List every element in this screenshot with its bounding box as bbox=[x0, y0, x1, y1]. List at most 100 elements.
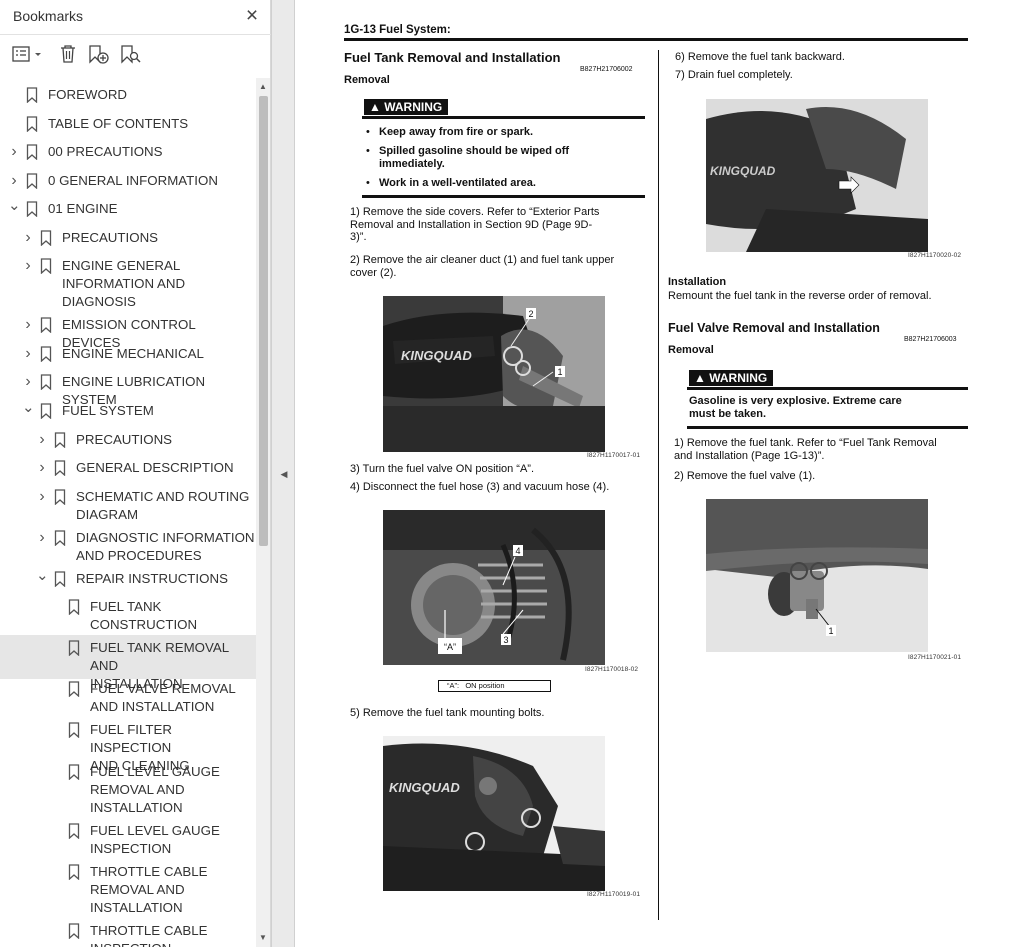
bookmark-item[interactable]: › ENGINE LUBRICATION SYSTEM bbox=[0, 369, 256, 407]
step-1: 1) Remove the side covers. Refer to “Ext… bbox=[350, 206, 600, 243]
callout-label: 3 bbox=[503, 635, 508, 645]
bookmark-icon bbox=[40, 403, 52, 419]
legend-text: “A”: ON position bbox=[447, 681, 505, 690]
figure-fuel-hoses: “A” 4 3 bbox=[383, 510, 605, 665]
bookmark-item[interactable]: › GENERAL DESCRIPTION bbox=[0, 455, 256, 481]
chevron-down-icon[interactable]: ⌄ bbox=[22, 400, 35, 420]
close-panel-button[interactable]: × bbox=[240, 3, 264, 29]
figure-id: I827H1170018-02 bbox=[585, 666, 639, 673]
bookmark-label: FUEL LEVEL GAUGE INSPECTION bbox=[90, 823, 220, 856]
bookmark-label: 0 GENERAL INFORMATION bbox=[48, 173, 218, 188]
scroll-down-icon[interactable]: ▼ bbox=[256, 931, 270, 945]
bookmark-item[interactable]: › DIAGNOSTIC INFORMATION AND PROCEDURES bbox=[0, 525, 256, 569]
bookmark-icon bbox=[54, 530, 66, 546]
bookmark-item[interactable]: › PRECAUTIONS bbox=[0, 225, 256, 251]
bookmark-label: FUEL LEVEL GAUGE REMOVAL AND INSTALLATIO… bbox=[90, 764, 220, 815]
bookmark-icon bbox=[26, 87, 38, 103]
bookmark-label: THROTTLE CABLE REMOVAL AND INSTALLATION bbox=[90, 864, 208, 915]
chevron-right-icon[interactable]: › bbox=[8, 172, 20, 190]
chevron-right-icon[interactable]: › bbox=[22, 229, 34, 247]
bookmark-item[interactable]: › 0 GENERAL INFORMATION bbox=[0, 168, 256, 194]
bookmark-item[interactable]: ⌄ FUEL SYSTEM bbox=[0, 398, 256, 424]
chevron-right-icon[interactable]: › bbox=[22, 316, 34, 334]
bookmark-item[interactable]: › EMISSION CONTROL DEVICES bbox=[0, 312, 256, 350]
bookmark-item[interactable]: FUEL LEVEL GAUGE INSPECTION bbox=[0, 818, 256, 862]
warning-item: Keep away from fire or spark. bbox=[379, 126, 534, 138]
bookmark-icon bbox=[68, 599, 80, 615]
chevron-right-icon[interactable]: › bbox=[36, 431, 48, 449]
figure-id: I827H1170019-01 bbox=[587, 891, 641, 898]
warning-rule-bottom bbox=[362, 195, 645, 198]
bookmark-icon bbox=[40, 230, 52, 246]
bookmark-icon bbox=[68, 864, 80, 880]
bookmark-item[interactable]: FUEL FILTER INSPECTION AND CLEANING bbox=[0, 717, 256, 773]
bookmark-icon bbox=[68, 823, 80, 839]
bookmark-item[interactable]: FUEL TANK CONSTRUCTION bbox=[0, 594, 256, 638]
bookmarks-panel: Bookmarks × FOREWORD TABLE OF CONTENTS ›… bbox=[0, 0, 271, 947]
figure-id: I827H1170021-01 bbox=[908, 654, 962, 661]
bookmark-icon bbox=[54, 432, 66, 448]
bookmark-icon bbox=[54, 489, 66, 505]
list-options-icon[interactable] bbox=[12, 43, 44, 65]
bullet: • bbox=[366, 126, 370, 138]
bookmark-icon bbox=[26, 144, 38, 160]
manual-page: 1G-13 Fuel System: Fuel Tank Removal and… bbox=[296, 0, 1024, 947]
chevron-right-icon[interactable]: › bbox=[36, 529, 48, 547]
bookmark-item[interactable]: › ENGINE MECHANICAL bbox=[0, 341, 256, 367]
chevron-right-icon[interactable]: › bbox=[8, 143, 20, 161]
bookmark-item[interactable]: THROTTLE CABLE INSPECTION bbox=[0, 918, 256, 947]
chevron-right-icon[interactable]: › bbox=[22, 257, 34, 275]
bookmark-item[interactable]: TABLE OF CONTENTS bbox=[0, 111, 256, 137]
callout-label: 1 bbox=[557, 367, 562, 377]
bookmark-item[interactable]: FUEL LEVEL GAUGE REMOVAL AND INSTALLATIO… bbox=[0, 759, 256, 821]
figure-id: I827H1170020-02 bbox=[908, 252, 962, 259]
bookmarks-header: Bookmarks × bbox=[0, 0, 271, 34]
warning-text: Gasoline is very explosive. Extreme care… bbox=[689, 395, 902, 420]
bookmark-item[interactable]: › ENGINE GENERAL INFORMATION AND DIAGNOSI… bbox=[0, 253, 256, 315]
bookmarks-scrollbar[interactable]: ▲ ▼ bbox=[256, 78, 270, 947]
bookmark-label: 01 ENGINE bbox=[48, 201, 118, 216]
collapse-panel-icon[interactable]: ◀ bbox=[279, 466, 289, 482]
bookmark-label: PRECAUTIONS bbox=[62, 230, 159, 245]
chevron-right-icon[interactable]: › bbox=[36, 488, 48, 506]
bookmark-label: TABLE OF CONTENTS bbox=[48, 116, 189, 131]
chevron-right-icon[interactable]: › bbox=[36, 459, 48, 477]
bookmark-item[interactable]: FUEL VALVE REMOVAL AND INSTALLATION bbox=[0, 676, 256, 720]
bookmark-item[interactable]: ⌄ REPAIR INSTRUCTIONS bbox=[0, 566, 256, 592]
bookmark-item[interactable]: THROTTLE CABLE REMOVAL AND INSTALLATION bbox=[0, 859, 256, 921]
add-bookmark-icon[interactable] bbox=[88, 43, 110, 65]
delete-bookmark-icon[interactable] bbox=[58, 43, 78, 65]
bookmark-item[interactable]: › SCHEMATIC AND ROUTING DIAGRAM bbox=[0, 484, 256, 528]
chevron-right-icon[interactable]: › bbox=[22, 373, 34, 391]
tank-brand-logo: KINGQUAD bbox=[710, 164, 776, 178]
scroll-up-icon[interactable]: ▲ bbox=[256, 80, 270, 94]
panel-splitter[interactable]: ◀ bbox=[271, 0, 295, 947]
legend-box: “A”: ON position bbox=[438, 680, 551, 692]
step-7: 7) Drain fuel completely. bbox=[675, 69, 793, 81]
find-bookmark-icon[interactable] bbox=[120, 43, 142, 65]
bookmark-item[interactable]: › PRECAUTIONS bbox=[0, 427, 256, 453]
chevron-down-icon[interactable]: ⌄ bbox=[36, 568, 49, 588]
bookmark-item[interactable]: FUEL TANK REMOVAL AND INSTALLATION bbox=[0, 635, 256, 691]
chevron-right-icon[interactable]: › bbox=[22, 345, 34, 363]
step-2: 2) Remove the air cleaner duct (1) and f… bbox=[350, 254, 615, 279]
step-2: 2) Remove the fuel valve (1). bbox=[674, 470, 816, 482]
chevron-down-icon[interactable]: ⌄ bbox=[8, 198, 21, 218]
bookmark-item[interactable]: FOREWORD bbox=[0, 82, 256, 108]
bookmark-label: PRECAUTIONS bbox=[76, 432, 173, 447]
header-rule bbox=[344, 38, 968, 41]
bookmark-icon bbox=[40, 374, 52, 390]
bookmark-icon bbox=[40, 317, 52, 333]
figure-fuel-valve: 1 bbox=[706, 499, 928, 652]
bookmark-icon bbox=[54, 571, 66, 587]
scroll-thumb[interactable] bbox=[259, 96, 268, 546]
bookmark-item[interactable]: › 00 PRECAUTIONS bbox=[0, 139, 256, 165]
bookmarks-tree: FOREWORD TABLE OF CONTENTS › 00 PRECAUTIONS… bbox=[0, 78, 256, 947]
bookmark-icon bbox=[68, 764, 80, 780]
bullet: • bbox=[366, 177, 370, 189]
bookmark-icon bbox=[40, 258, 52, 274]
bookmark-label: FUEL VALVE REMOVAL AND INSTALLATION bbox=[90, 681, 236, 714]
installation-text: Remount the fuel tank in the reverse ord… bbox=[668, 290, 932, 302]
bookmark-icon bbox=[68, 923, 80, 939]
bookmark-item[interactable]: ⌄ 01 ENGINE bbox=[0, 196, 256, 222]
